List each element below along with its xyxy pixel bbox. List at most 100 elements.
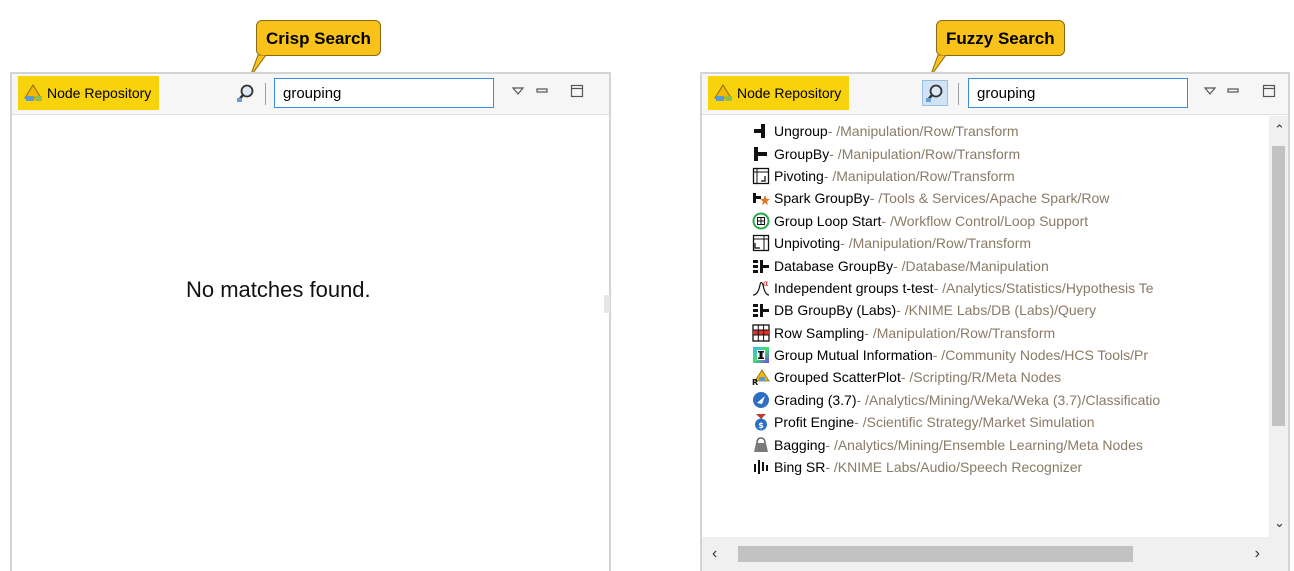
node-name: Unpivoting (774, 235, 841, 252)
node-path: - /KNIME Labs/Audio/Speech Recognizer (825, 459, 1083, 476)
node-name: GroupBy (774, 145, 830, 162)
fuzzy-search-callout: Fuzzy Search (936, 20, 1065, 56)
groupby-icon (752, 145, 770, 163)
t-test-icon: α (752, 279, 770, 297)
crisp-node-repository-panel: Node Repository No matches found. (10, 72, 611, 571)
node-name: Database GroupBy (774, 257, 894, 274)
node-path: - /Community Nodes/HCS Tools/Pr (932, 347, 1148, 364)
list-item[interactable]: GroupBy - /Manipulation/Row/Transform (752, 142, 1160, 164)
list-item[interactable]: R Grouped ScatterPlot - /Scripting/R/Met… (752, 366, 1160, 388)
node-path: - /Tools & Services/Apache Spark/Row (869, 190, 1110, 207)
fuzzy-node-repository-tab[interactable]: Node Repository (708, 76, 850, 110)
node-path: - /Manipulation/Row/Transform (829, 145, 1021, 162)
vertical-scroll-thumb[interactable] (1272, 146, 1285, 426)
ungroup-icon (752, 122, 770, 140)
node-path: - /Workflow Control/Loop Support (881, 212, 1089, 229)
node-path: - /Analytics/Mining/Weka/Weka (3.7)/Clas… (856, 391, 1161, 408)
node-name: Profit Engine (774, 414, 855, 431)
crisp-search-input[interactable] (274, 78, 494, 108)
node-path: - /Manipulation/Row/Transform (823, 167, 1015, 184)
node-path: - /Manipulation/Row/Transform (864, 324, 1056, 341)
list-item[interactable]: Group Mutual Information - /Community No… (752, 344, 1160, 366)
list-item[interactable]: Spark GroupBy - /Tools & Services/Apache… (752, 187, 1160, 209)
node-path: - /Manipulation/Row/Transform (840, 235, 1032, 252)
search-results-list: Ungroup - /Manipulation/Row/Transform Gr… (752, 120, 1160, 478)
crisp-tab-label: Node Repository (47, 85, 152, 101)
database-groupby-icon (752, 257, 770, 275)
no-matches-message: No matches found. (186, 277, 371, 302)
fuzzy-panel-header: Node Repository (702, 74, 1288, 115)
list-item[interactable]: Grading (3.7) - /Analytics/Mining/Weka/W… (752, 389, 1160, 411)
node-path: - /KNIME Labs/DB (Labs)/Query (896, 302, 1097, 319)
r-scatterplot-icon: R (752, 368, 770, 386)
node-name: Bing SR (774, 459, 826, 476)
fuzzy-search-input[interactable] (968, 78, 1188, 108)
maximize-icon[interactable] (1262, 84, 1276, 98)
list-item[interactable]: Bagging - /Analytics/Mining/Ensemble Lea… (752, 433, 1160, 455)
scroll-left-arrow-icon[interactable]: ‹ (712, 545, 717, 563)
node-name: Grading (3.7) (774, 391, 857, 408)
profit-engine-icon: $ (752, 413, 770, 431)
fuzzy-node-repository-panel: Node Repository Ungroup - /Manipulation/ (700, 72, 1290, 571)
node-name: Pivoting (774, 167, 824, 184)
db-groupby-icon (752, 301, 770, 319)
maximize-icon[interactable] (570, 84, 584, 98)
node-path: - /Scientific Strategy/Market Simulation (854, 414, 1095, 431)
crisp-search-callout: Crisp Search (256, 20, 381, 56)
node-name: Grouped ScatterPlot (774, 369, 901, 386)
results-viewport: Ungroup - /Manipulation/Row/Transform Gr… (702, 116, 1269, 537)
fuzzy-tab-label: Node Repository (737, 85, 842, 101)
mutual-information-icon (752, 346, 770, 364)
svg-text:α: α (763, 279, 769, 288)
list-item[interactable]: Unpivoting - /Manipulation/Row/Transform (752, 232, 1160, 254)
fuzzy-search-toggle-button[interactable] (922, 80, 948, 106)
node-repository-icon (714, 84, 732, 101)
minimize-icon[interactable] (535, 84, 549, 98)
list-item[interactable]: DB GroupBy (Labs) - /KNIME Labs/DB (Labs… (752, 299, 1160, 321)
node-name: Independent groups t-test (774, 279, 934, 296)
node-name: Group Loop Start (774, 212, 882, 229)
pivoting-icon (752, 167, 770, 185)
svg-text:$: $ (758, 421, 764, 430)
horizontal-scroll-thumb[interactable] (738, 546, 1133, 562)
node-name: DB GroupBy (Labs) (774, 302, 897, 319)
search-toggle-icon (237, 84, 254, 102)
list-item[interactable]: Database GroupBy - /Database/Manipulatio… (752, 254, 1160, 276)
node-path: - /Analytics/Statistics/Hypothesis Te (933, 279, 1154, 296)
node-path: - /Manipulation/Row/Transform (827, 123, 1019, 140)
node-path: - /Analytics/Mining/Ensemble Learning/Me… (825, 436, 1143, 453)
crisp-search-callout-label: Crisp Search (266, 29, 371, 48)
weka-icon (752, 391, 770, 409)
list-item[interactable]: Group Loop Start - /Workflow Control/Loo… (752, 210, 1160, 232)
svg-text:R: R (752, 378, 758, 386)
crisp-search-toggle-button[interactable] (233, 80, 259, 106)
node-name: Group Mutual Information (774, 347, 933, 364)
fuzzy-toolbar-separator (958, 83, 959, 105)
spark-groupby-icon (752, 189, 770, 207)
view-menu-icon[interactable] (1203, 84, 1217, 98)
view-menu-icon[interactable] (511, 84, 525, 98)
scroll-right-arrow-icon[interactable]: › (1255, 545, 1260, 563)
node-repository-icon (24, 84, 42, 101)
panel-sash[interactable] (604, 295, 610, 313)
list-item[interactable]: α Independent groups t-test - /Analytics… (752, 277, 1160, 299)
search-toggle-icon (926, 84, 943, 102)
scroll-up-arrow-icon[interactable]: ⌃ (1274, 122, 1285, 138)
node-name: Spark GroupBy (774, 190, 870, 207)
list-item[interactable]: Row Sampling - /Manipulation/Row/Transfo… (752, 322, 1160, 344)
list-item[interactable]: $ Profit Engine - /Scientific Strategy/M… (752, 411, 1160, 433)
vertical-scrollbar[interactable]: ⌃ ⌄ (1269, 116, 1288, 537)
list-item[interactable]: Ungroup - /Manipulation/Row/Transform (752, 120, 1160, 142)
horizontal-scrollbar[interactable]: ‹ › (702, 537, 1288, 571)
node-path: - /Database/Manipulation (893, 257, 1049, 274)
group-loop-start-icon (752, 212, 770, 230)
fuzzy-search-callout-label: Fuzzy Search (946, 29, 1055, 48)
crisp-node-repository-tab[interactable]: Node Repository (18, 76, 160, 110)
list-item[interactable]: Bing SR - /KNIME Labs/Audio/Speech Recog… (752, 456, 1160, 478)
scroll-down-arrow-icon[interactable]: ⌄ (1274, 515, 1285, 531)
list-item[interactable]: Pivoting - /Manipulation/Row/Transform (752, 165, 1160, 187)
unpivoting-icon (752, 234, 770, 252)
crisp-toolbar-separator (265, 83, 266, 105)
node-name: Ungroup (774, 123, 828, 140)
minimize-icon[interactable] (1226, 84, 1240, 98)
